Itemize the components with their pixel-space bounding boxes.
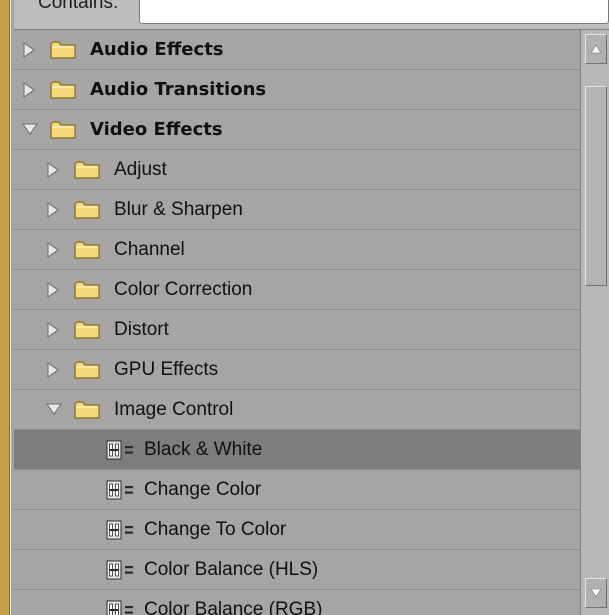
scroll-thumb[interactable] <box>585 86 607 286</box>
panel-accent-strip <box>0 0 11 615</box>
scroll-up-arrow-icon[interactable] <box>585 34 607 64</box>
tree-item-label: Audio Effects <box>90 39 224 60</box>
folder-icon <box>50 80 76 100</box>
effects-panel: Contains: Audio Effects Audio Transitions… <box>0 0 609 615</box>
tree-effect-row[interactable]: Change Color <box>14 470 580 510</box>
folder-icon <box>50 120 76 140</box>
effects-tree: Audio Effects Audio Transitions Video Effe… <box>14 30 580 615</box>
triangle-right-icon[interactable] <box>46 321 60 338</box>
folder-icon <box>74 400 100 420</box>
contains-label: Contains: <box>38 0 119 13</box>
tree-row-content: Change To Color <box>106 510 286 549</box>
tree-item-label: GPU Effects <box>114 358 219 380</box>
tree-folder-row[interactable]: Blur & Sharpen <box>14 190 580 230</box>
tree-row-content: Distort <box>46 310 169 349</box>
folder-icon <box>50 40 76 60</box>
tree-row-content: Color Correction <box>46 270 252 309</box>
tree-row-content: Audio Effects <box>22 30 224 69</box>
tree-folder-row[interactable]: Adjust <box>14 150 580 190</box>
triangle-right-icon[interactable] <box>46 241 60 258</box>
tree-row-content: Black & White <box>106 430 262 469</box>
tree-item-label: Black & White <box>144 438 263 460</box>
folder-icon <box>74 280 100 300</box>
tree-folder-row[interactable]: Distort <box>14 310 580 350</box>
tree-effect-row[interactable]: Color Balance (HLS) <box>14 550 580 590</box>
tree-item-label: Change To Color <box>144 518 287 540</box>
tree-row-content: Adjust <box>46 150 167 189</box>
tree-item-label: Color Balance (HLS) <box>144 558 319 580</box>
tree-row-content: Color Balance (HLS) <box>106 550 318 589</box>
tree-row-content: Audio Transitions <box>22 70 266 109</box>
tree-row-content: Video Effects <box>22 110 223 149</box>
tree-item-label: Audio Transitions <box>90 79 267 100</box>
video-effect-icon <box>106 479 138 501</box>
tree-item-label: Adjust <box>114 158 167 180</box>
video-effect-icon <box>106 599 138 615</box>
triangle-down-icon[interactable] <box>46 402 62 418</box>
tree-item-label: Image Control <box>114 398 234 420</box>
folder-icon <box>74 360 100 380</box>
contains-search-input[interactable] <box>139 0 609 24</box>
video-effect-icon <box>106 559 138 581</box>
tree-item-label: Video Effects <box>90 119 223 140</box>
folder-icon <box>74 160 100 180</box>
tree-folder-row[interactable]: Audio Transitions <box>14 70 580 110</box>
tree-row-content: Blur & Sharpen <box>46 190 243 229</box>
tree-folder-row[interactable]: Color Correction <box>14 270 580 310</box>
tree-folder-row[interactable]: Video Effects <box>14 110 580 150</box>
vertical-scrollbar[interactable] <box>580 30 609 615</box>
video-effect-icon <box>106 519 138 541</box>
triangle-down-icon[interactable] <box>22 122 38 138</box>
video-effect-icon <box>106 439 138 461</box>
tree-row-content: Change Color <box>106 470 261 509</box>
tree-row-content: GPU Effects <box>46 350 218 389</box>
tree-row-content: Channel <box>46 230 185 269</box>
tree-folder-row[interactable]: Image Control <box>14 390 580 430</box>
tree-folder-row[interactable]: GPU Effects <box>14 350 580 390</box>
tree-item-label: Change Color <box>144 478 262 500</box>
tree-folder-row[interactable]: Audio Effects <box>14 30 580 70</box>
triangle-right-icon[interactable] <box>46 281 60 298</box>
tree-effect-row[interactable]: Change To Color <box>14 510 580 550</box>
scroll-down-arrow-icon[interactable] <box>585 578 607 608</box>
tree-item-label: Blur & Sharpen <box>114 198 243 220</box>
search-bar: Contains: <box>14 0 609 30</box>
tree-effect-row[interactable]: Black & White <box>14 430 580 470</box>
tree-folder-row[interactable]: Channel <box>14 230 580 270</box>
tree-row-content: Image Control <box>46 390 233 429</box>
tree-item-label: Color Balance (RGB) <box>144 598 323 615</box>
triangle-right-icon[interactable] <box>46 361 60 378</box>
triangle-right-icon[interactable] <box>22 41 36 58</box>
tree-row-content: Color Balance (RGB) <box>106 590 322 615</box>
tree-item-label: Channel <box>114 238 185 260</box>
folder-icon <box>74 320 100 340</box>
triangle-right-icon[interactable] <box>46 201 60 218</box>
folder-icon <box>74 240 100 260</box>
triangle-right-icon[interactable] <box>22 81 36 98</box>
tree-item-label: Distort <box>114 318 169 340</box>
triangle-right-icon[interactable] <box>46 161 60 178</box>
folder-icon <box>74 200 100 220</box>
tree-effect-row[interactable]: Color Balance (RGB) <box>14 590 580 615</box>
tree-item-label: Color Correction <box>114 278 253 300</box>
